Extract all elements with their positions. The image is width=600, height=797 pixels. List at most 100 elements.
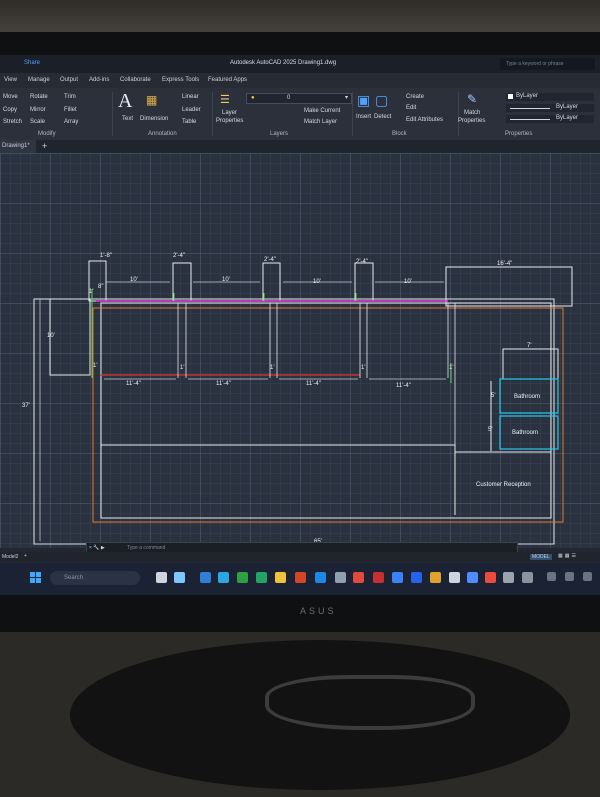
table-button[interactable]: Table [182, 119, 196, 125]
dim-label: 11'-4" [126, 381, 141, 387]
tab-express-tools[interactable]: Express Tools [162, 77, 199, 83]
text-button[interactable]: Text [122, 116, 133, 122]
taskbar-app-icon[interactable] [335, 572, 346, 583]
system-tray-icon[interactable] [583, 572, 592, 581]
layer-properties-button[interactable]: Layer [222, 110, 237, 116]
taskbar-app-icon[interactable] [392, 572, 403, 583]
annotation-panel-title[interactable]: Annotation [148, 131, 177, 137]
tab-featured-apps[interactable]: Featured Apps [208, 77, 247, 83]
dim-label: 1' [89, 289, 94, 295]
create-block-button[interactable]: Create [406, 94, 424, 100]
properties-panel-title[interactable]: Properties [505, 131, 532, 137]
dim-label: 1' [449, 365, 454, 371]
taskbar-search-input[interactable]: Search [50, 571, 140, 585]
tab-output[interactable]: Output [60, 77, 78, 83]
modify-panel-title[interactable]: Modify [38, 131, 56, 137]
dim-label: 2'-4" [264, 257, 276, 263]
dim-label: 5' [491, 393, 496, 399]
system-tray-icon[interactable] [565, 572, 574, 581]
windows-start-icon[interactable] [30, 572, 42, 584]
taskbar-app-icon[interactable] [256, 572, 267, 583]
dim-label: 10' [130, 277, 138, 283]
model-space-button[interactable]: MODEL [530, 554, 552, 560]
match-properties-button-line2[interactable]: Properties [458, 118, 485, 124]
fillet-button[interactable]: Fillet [64, 107, 77, 113]
system-tray-icon[interactable] [547, 572, 556, 581]
taskbar-app-icon[interactable] [430, 572, 441, 583]
excel-icon[interactable] [237, 572, 248, 583]
room-label-customer-reception: Customer Reception [476, 482, 531, 488]
tab-view[interactable]: View [4, 77, 17, 83]
tab-drawing1[interactable]: Drawing1* × [0, 140, 36, 162]
match-properties-icon: ✎ [467, 92, 478, 106]
drawing-tab-label: Drawing1* [2, 143, 30, 149]
dim-label: 1' [270, 365, 275, 371]
chrome-icon[interactable] [467, 572, 478, 583]
file-explorer-icon[interactable] [275, 572, 286, 583]
dim-label: 11'-4" [396, 383, 411, 389]
color-swatch [508, 94, 513, 99]
stretch-button[interactable]: Stretch [3, 119, 22, 125]
drawing-canvas[interactable]: 1'-8" 2'-4" 2'-4" 2'-4" 10' 10' 10' 10' … [0, 153, 600, 548]
dim-label: 10' [404, 279, 412, 285]
powerpoint-icon[interactable] [295, 572, 306, 583]
linear-dropdown[interactable]: Linear [182, 94, 199, 100]
outlook-icon[interactable] [315, 572, 326, 583]
vscode-icon[interactable] [200, 572, 211, 583]
panel-divider [458, 92, 459, 136]
taskbar-app-icon[interactable] [485, 572, 496, 583]
edit-block-button[interactable]: Edit [406, 105, 416, 111]
dim-label: 1' [361, 365, 366, 371]
move-button[interactable]: Move [3, 94, 18, 100]
add-layout-plus-icon[interactable]: + [24, 553, 27, 559]
taskbar-app-icon[interactable] [353, 572, 364, 583]
taskbar-app-icon[interactable] [503, 572, 514, 583]
current-layer-value: 0 [287, 95, 291, 101]
insert-button[interactable]: Insert [356, 114, 371, 120]
taskbar-app-icon[interactable] [218, 572, 229, 583]
layer-properties-button-line2[interactable]: Properties [216, 118, 243, 124]
trim-button[interactable]: Trim [64, 94, 76, 100]
help-search-input[interactable]: Type a keyword or phrase [500, 58, 595, 70]
taskbar-app-icon[interactable] [174, 572, 185, 583]
taskbar-app-icon[interactable] [156, 572, 167, 583]
word-icon[interactable] [411, 572, 422, 583]
match-layer-button[interactable]: Match Layer [304, 119, 337, 125]
layer-dropdown[interactable]: ● 0 ▾ [246, 93, 352, 104]
array-button[interactable]: Array [64, 119, 78, 125]
block-panel-title[interactable]: Block [392, 131, 407, 137]
mirror-button[interactable]: Mirror [30, 107, 46, 113]
panel-divider [112, 92, 113, 136]
color-dropdown[interactable]: ByLayer [506, 93, 594, 101]
share-button[interactable]: Share [24, 60, 40, 66]
tab-addins[interactable]: Add-ins [89, 77, 109, 83]
ribbon-tabs: View Manage Output Add-ins Collaborate E… [0, 73, 600, 88]
layout-tab[interactable]: Model2 [2, 554, 18, 560]
dim-label: 2'-4" [173, 253, 185, 259]
tab-manage[interactable]: Manage [28, 77, 50, 83]
detect-button[interactable]: Detect [374, 114, 391, 120]
rotate-button[interactable]: Rotate [30, 94, 48, 100]
match-properties-button[interactable]: Match [464, 110, 480, 116]
autocad-icon[interactable] [373, 572, 384, 583]
make-current-button[interactable]: Make Current [304, 108, 340, 114]
taskbar-app-icon[interactable] [449, 572, 460, 583]
lineweight-dropdown[interactable]: ByLayer [506, 115, 594, 123]
eyeglasses [265, 675, 475, 730]
text-icon: A [118, 90, 133, 112]
tab-collaborate[interactable]: Collaborate [120, 77, 151, 83]
layers-panel-title[interactable]: Layers [270, 131, 288, 137]
dim-label: 10' [47, 333, 55, 339]
dimension-button[interactable]: Dimension [140, 116, 168, 122]
leader-dropdown[interactable]: Leader [182, 107, 201, 113]
scale-button[interactable]: Scale [30, 119, 45, 125]
copy-button[interactable]: Copy [3, 107, 17, 113]
edit-attributes-button[interactable]: Edit Attributes [406, 117, 443, 123]
ribbon: Move Rotate Trim Copy Mirror Fillet Stre… [0, 88, 600, 140]
linetype-sample [510, 108, 550, 109]
linetype-dropdown[interactable]: ByLayer [506, 104, 594, 112]
room-label-bathroom: Bathroom [514, 394, 541, 400]
dim-label: 11'-4" [216, 381, 231, 387]
taskbar-app-icon[interactable] [522, 572, 533, 583]
new-tab-plus-icon[interactable]: + [42, 141, 47, 151]
